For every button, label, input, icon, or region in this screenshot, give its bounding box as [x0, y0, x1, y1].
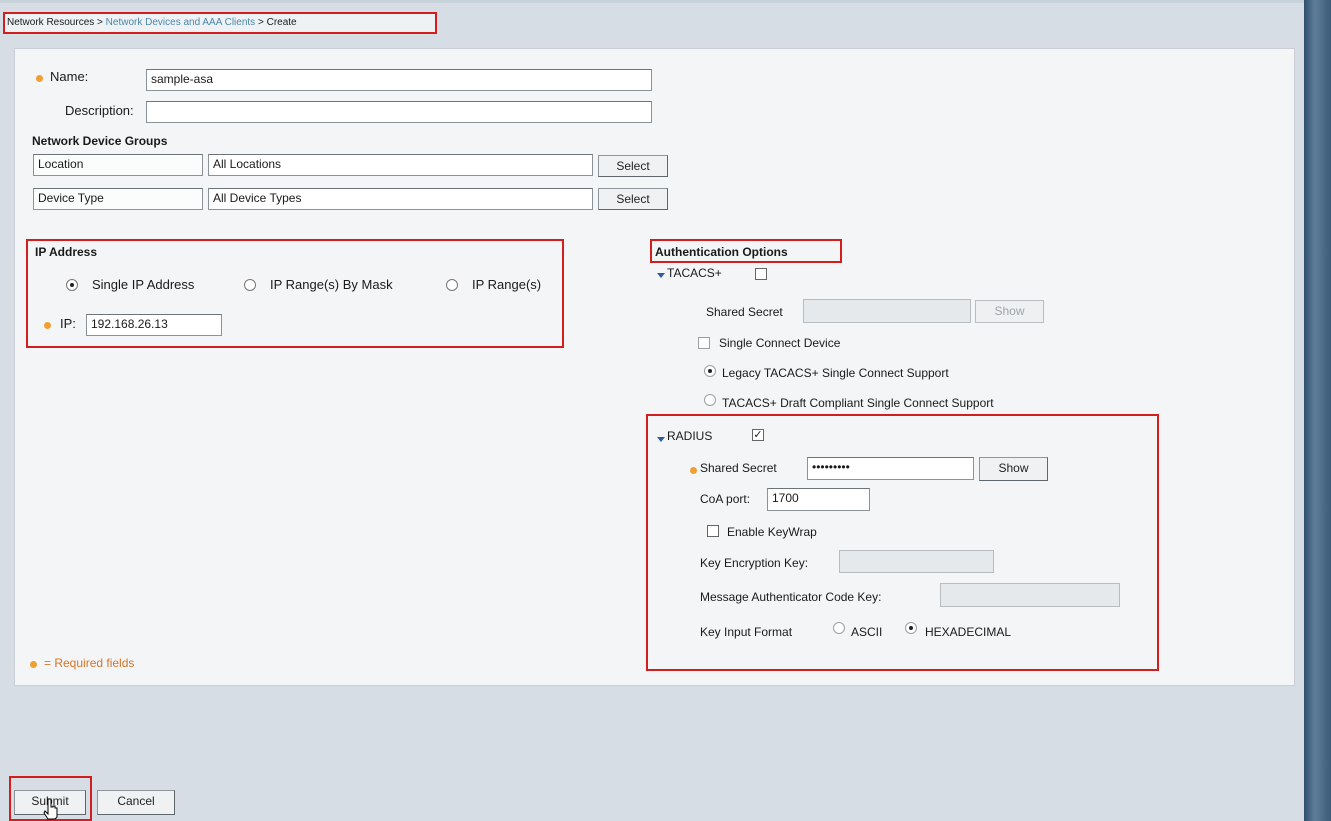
key-encryption-key-input[interactable] [839, 550, 994, 573]
mac-key-input[interactable] [940, 583, 1120, 607]
enable-keywrap-checkbox[interactable] [707, 525, 719, 537]
ip-address-heading: IP Address [35, 245, 98, 259]
description-label: Description: [65, 103, 134, 118]
key-encryption-key-label: Key Encryption Key: [700, 556, 809, 570]
mac-key-label: Message Authenticator Code Key: [700, 590, 882, 604]
format-hex-radio[interactable] [905, 622, 917, 634]
ip-label: IP: [60, 316, 76, 331]
coa-port-input[interactable]: 1700 [767, 488, 870, 511]
ip-input[interactable]: 192.168.26.13 [86, 314, 222, 336]
format-ascii-label: ASCII [851, 625, 883, 639]
draft-tacacs-radio[interactable] [704, 394, 716, 406]
breadcrumb: Network Resources > Network Devices and … [3, 12, 437, 34]
radius-shared-secret-label: Shared Secret [700, 461, 777, 475]
format-hex-label: HEXADECIMAL [925, 625, 1012, 639]
expand-triangle-icon[interactable] [657, 437, 665, 442]
breadcrumb-devices-link[interactable]: Network Devices and AAA Clients [106, 17, 256, 28]
single-ip-radio[interactable] [66, 279, 78, 291]
location-select-button[interactable]: Select [598, 155, 668, 177]
ip-range-mask-radio[interactable] [244, 279, 256, 291]
enable-keywrap-label: Enable KeyWrap [727, 525, 817, 539]
single-connect-checkbox[interactable] [698, 337, 710, 349]
cancel-button[interactable]: Cancel [97, 790, 175, 815]
single-connect-label: Single Connect Device [719, 336, 841, 350]
ndg-heading: Network Device Groups [32, 134, 168, 148]
description-input[interactable] [146, 101, 652, 123]
name-input[interactable]: sample-asa [146, 69, 652, 91]
legacy-tacacs-radio[interactable] [704, 365, 716, 377]
legacy-tacacs-label: Legacy TACACS+ Single Connect Support [722, 366, 949, 380]
ip-range-label: IP Range(s) [472, 277, 542, 292]
required-marker-icon [36, 75, 43, 82]
coa-port-label: CoA port: [700, 492, 751, 506]
breadcrumb-separator: > [255, 17, 267, 28]
tacacs-shared-secret-input[interactable] [803, 299, 971, 323]
tacacs-show-button[interactable]: Show [975, 300, 1044, 323]
breadcrumb-current: Create [266, 17, 297, 28]
tacacs-shared-secret-label: Shared Secret [706, 305, 783, 319]
radius-label: RADIUS [667, 429, 713, 443]
key-input-format-label: Key Input Format [700, 625, 793, 639]
required-fields-note: = Required fields [44, 656, 135, 670]
radius-show-button[interactable]: Show [979, 457, 1048, 481]
expand-triangle-icon[interactable] [657, 273, 665, 278]
name-label: Name: [50, 69, 89, 84]
auth-options-heading: Authentication Options [655, 245, 788, 259]
window-edge [1304, 0, 1331, 821]
breadcrumb-network-resources[interactable]: Network Resources [7, 17, 94, 28]
radius-checkbox[interactable]: ✓ [752, 429, 764, 441]
ip-range-mask-label: IP Range(s) By Mask [270, 277, 393, 292]
draft-tacacs-label: TACACS+ Draft Compliant Single Connect S… [722, 396, 994, 410]
required-marker-icon [44, 322, 51, 329]
device-type-select-button[interactable]: Select [598, 188, 668, 210]
ndg-device-type-label: Device Type [33, 188, 203, 210]
breadcrumb-separator: > [94, 17, 106, 28]
ndg-location-value: All Locations [208, 154, 593, 176]
hand-cursor-icon [43, 798, 58, 820]
tacacs-checkbox[interactable] [755, 268, 767, 280]
format-ascii-radio[interactable] [833, 622, 845, 634]
ndg-device-type-value: All Device Types [208, 188, 593, 210]
single-ip-label: Single IP Address [92, 277, 195, 292]
tacacs-label: TACACS+ [667, 266, 722, 280]
ndg-location-label: Location [33, 154, 203, 176]
ip-range-radio[interactable] [446, 279, 458, 291]
required-marker-icon [30, 661, 37, 668]
required-marker-icon [690, 467, 697, 474]
radius-shared-secret-input[interactable]: ••••••••• [807, 457, 974, 480]
